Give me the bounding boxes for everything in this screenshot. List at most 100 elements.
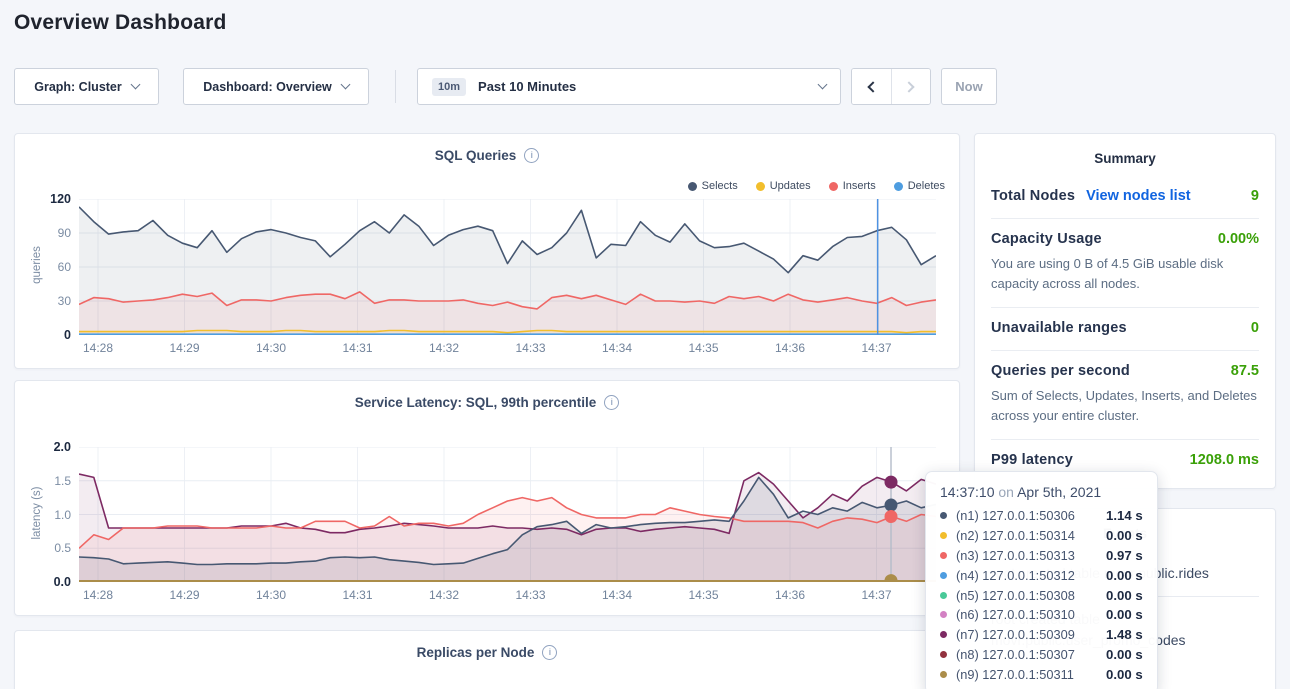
next-range-button[interactable] (891, 69, 931, 104)
graph-dropdown[interactable]: Graph: Cluster (14, 68, 159, 105)
x-axis-tick: 14:35 (680, 588, 728, 602)
tooltip-node-value: 0.00 s (1106, 607, 1143, 622)
legend-item-inserts[interactable]: Inserts (829, 180, 876, 192)
x-axis-tick: 14:29 (161, 341, 209, 355)
tooltip-node-label: (n5) 127.0.0.1:50308 (956, 588, 1106, 603)
y-axis-tick: 2.0 (27, 440, 71, 454)
time-range-label: Past 10 Minutes (478, 79, 807, 94)
x-axis-tick: 14:31 (334, 588, 382, 602)
info-icon[interactable] (542, 645, 557, 660)
legend-item-deletes[interactable]: Deletes (894, 180, 945, 192)
service-latency-plot-area[interactable] (79, 447, 936, 582)
tooltip-connector: on (998, 484, 1014, 500)
now-button[interactable]: Now (941, 68, 997, 105)
tooltip-node-value: 0.00 s (1106, 588, 1143, 603)
y-axis-tick: 0 (27, 328, 71, 342)
tooltip-node-value: 0.00 s (1106, 528, 1143, 543)
time-range-pager (851, 68, 931, 105)
summary-row-description: Sum of Selects, Updates, Inserts, and De… (991, 386, 1259, 425)
tooltip-time: 14:37:10 (940, 484, 995, 500)
sql-queries-plot-area[interactable] (79, 199, 936, 335)
node-color-dot-icon (940, 572, 947, 579)
x-axis-tick: 14:30 (247, 588, 295, 602)
summary-row: Queries per second87.5Sum of Selects, Up… (991, 351, 1259, 440)
tooltip-node-row: (n9) 127.0.0.1:503110.00 s (940, 664, 1143, 684)
y-axis-tick: 120 (27, 192, 71, 206)
y-axis-label: latency (s) (31, 453, 43, 573)
legend-dot-icon (829, 182, 838, 191)
tooltip-date: Apr 5th, 2021 (1017, 484, 1101, 500)
x-axis-tick: 14:32 (420, 588, 468, 602)
node-color-dot-icon (940, 592, 947, 599)
sql-queries-legend: Selects Updates Inserts Deletes (688, 180, 945, 192)
summary-row-value: 0.00% (1218, 231, 1259, 247)
summary-row-description: You are using 0 B of 4.5 GiB usable disk… (991, 254, 1259, 293)
page-title: Overview Dashboard (14, 11, 227, 35)
summary-row-value: 0 (1251, 320, 1259, 336)
node-color-dot-icon (940, 552, 947, 559)
x-axis-tick: 14:34 (593, 341, 641, 355)
tooltip-node-value: 1.14 s (1106, 508, 1143, 523)
toolbar-divider (395, 70, 396, 103)
dashboard-dropdown[interactable]: Dashboard: Overview (183, 68, 369, 105)
tooltip-node-label: (n4) 127.0.0.1:50312 (956, 568, 1106, 583)
summary-row-head: Capacity Usage0.00% (991, 231, 1259, 247)
replicas-per-node-card: Replicas per Node (14, 630, 960, 689)
summary-row: Unavailable ranges 0 (991, 308, 1259, 351)
tooltip-node-value: 0.00 s (1106, 568, 1143, 583)
x-axis-tick: 14:33 (507, 588, 555, 602)
legend-label: Inserts (843, 180, 876, 192)
tooltip-node-value: 0.97 s (1106, 548, 1143, 563)
tooltip-node-row: (n5) 127.0.0.1:503080.00 s (940, 585, 1143, 605)
overview-dashboard-page: Overview Dashboard Graph: Cluster Dashbo… (0, 0, 1290, 689)
summary-panel: Summary Total Nodes View nodes list 9 Capac… (974, 133, 1276, 489)
tooltip-node-row: (n4) 127.0.0.1:503120.00 s (940, 565, 1143, 585)
tooltip-node-label: (n8) 127.0.0.1:50307 (956, 647, 1106, 662)
summary-row-value: 9 (1251, 188, 1259, 204)
x-axis-tick: 14:35 (680, 341, 728, 355)
view-nodes-list-link[interactable]: View nodes list (1086, 188, 1191, 204)
sql-queries-card: SQL Queries Selects Updates Inserts Deletes… (14, 133, 960, 369)
prev-range-button[interactable] (852, 69, 891, 104)
summary-row-label: P99 latency (991, 452, 1073, 468)
chevron-right-icon (904, 81, 915, 92)
x-axis-tick: 14:36 (766, 588, 814, 602)
tooltip-node-value: 0.00 s (1106, 667, 1143, 682)
tooltip-node-value: 1.48 s (1106, 627, 1143, 642)
dashboard-dropdown-label: Dashboard: Overview (203, 80, 332, 94)
x-axis-tick: 14:37 (853, 341, 901, 355)
summary-heading: Summary (991, 134, 1259, 176)
chevron-down-icon (340, 80, 350, 90)
summary-row-label: Total Nodes (991, 188, 1075, 204)
graph-dropdown-label: Graph: Cluster (34, 80, 122, 94)
tooltip-node-row: (n3) 127.0.0.1:503130.97 s (940, 546, 1143, 566)
tooltip-node-row: (n8) 127.0.0.1:503070.00 s (940, 645, 1143, 665)
x-axis-tick: 14:36 (766, 341, 814, 355)
summary-row-label: Unavailable ranges (991, 320, 1127, 336)
tooltip-node-label: (n2) 127.0.0.1:50314 (956, 528, 1106, 543)
time-range-badge: 10m (432, 78, 466, 96)
summary-row: Capacity Usage0.00% You are using 0 B of … (991, 219, 1259, 308)
tooltip-node-label: (n7) 127.0.0.1:50309 (956, 627, 1106, 642)
summary-row-head: Total Nodes View nodes list 9 (991, 188, 1259, 204)
node-color-dot-icon (940, 651, 947, 658)
info-icon[interactable] (604, 395, 619, 410)
tooltip-node-label: (n3) 127.0.0.1:50313 (956, 548, 1106, 563)
tooltip-node-label: (n1) 127.0.0.1:50306 (956, 508, 1106, 523)
x-axis-tick: 14:37 (853, 588, 901, 602)
chevron-down-icon (818, 80, 828, 90)
legend-item-selects[interactable]: Selects (688, 180, 738, 192)
y-axis-label: queries (31, 205, 43, 325)
node-color-dot-icon (940, 512, 947, 519)
node-color-dot-icon (940, 611, 947, 618)
info-icon[interactable] (524, 148, 539, 163)
legend-item-updates[interactable]: Updates (756, 180, 811, 192)
time-range-select[interactable]: 10m Past 10 Minutes (417, 68, 841, 105)
legend-label: Updates (770, 180, 811, 192)
x-axis-tick: 14:34 (593, 588, 641, 602)
chevron-left-icon (867, 81, 878, 92)
node-color-dot-icon (940, 532, 947, 539)
service-latency-title: Service Latency: SQL, 99th percentile (355, 395, 597, 410)
sql-queries-title: SQL Queries (435, 148, 517, 163)
x-axis-tick: 14:28 (74, 341, 122, 355)
